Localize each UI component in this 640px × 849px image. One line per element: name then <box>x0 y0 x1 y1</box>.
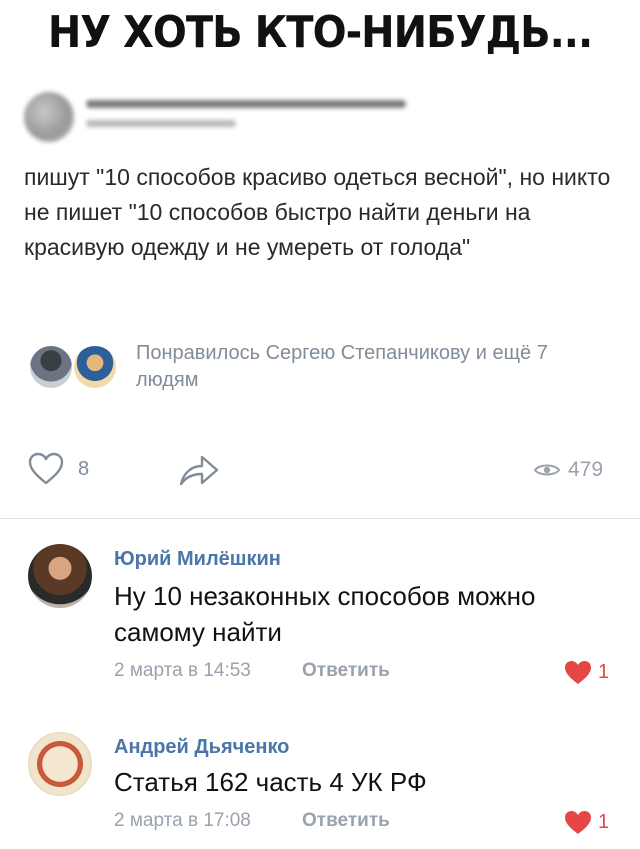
comment-like-count: 1 <box>598 811 610 833</box>
post-author-header-blurred <box>24 92 424 142</box>
commenter-avatar[interactable] <box>28 732 92 796</box>
liker-avatar <box>28 344 74 390</box>
post-actions: 8 479 <box>28 450 612 490</box>
heart-outline-icon[interactable] <box>28 452 64 486</box>
divider <box>0 518 640 519</box>
blurred-post-date <box>86 120 236 127</box>
comment-date: 2 марта в 17:08 <box>114 810 251 831</box>
commenter-avatar[interactable] <box>28 544 92 608</box>
share-arrow-icon[interactable] <box>178 452 220 488</box>
comment-text: Ну 10 незаконных способов можно самому н… <box>114 581 536 647</box>
reply-button[interactable]: Ответить <box>302 660 390 682</box>
comment-author[interactable]: Андрей Дьяченко <box>114 736 289 759</box>
meme-caption: НУ ХОТЬ КТО-НИБУДЬ... <box>47 8 593 58</box>
like-count: 8 <box>78 458 90 480</box>
liked-by-text: Понравилось Сергею Степанчикову и ещё 7 … <box>136 342 548 391</box>
comment-date: 2 марта в 14:53 <box>114 660 251 681</box>
post-text: пишут "10 способов красиво одеться весно… <box>24 164 611 260</box>
views-count: 479 <box>568 458 604 481</box>
heart-filled-icon[interactable] <box>564 660 592 686</box>
heart-filled-icon[interactable] <box>564 810 592 836</box>
blurred-author-name <box>86 100 406 108</box>
liker-avatar <box>72 344 118 390</box>
comment-author[interactable]: Юрий Милёшкин <box>114 548 281 571</box>
eye-icon <box>534 464 560 476</box>
liked-by-block[interactable]: Понравилось Сергею Степанчикову и ещё 7 … <box>28 340 608 400</box>
blurred-avatar <box>24 92 74 142</box>
reply-button[interactable]: Ответить <box>302 810 390 832</box>
comment-like-count: 1 <box>598 661 610 683</box>
comment-text: Статья 162 часть 4 УК РФ <box>114 767 427 797</box>
